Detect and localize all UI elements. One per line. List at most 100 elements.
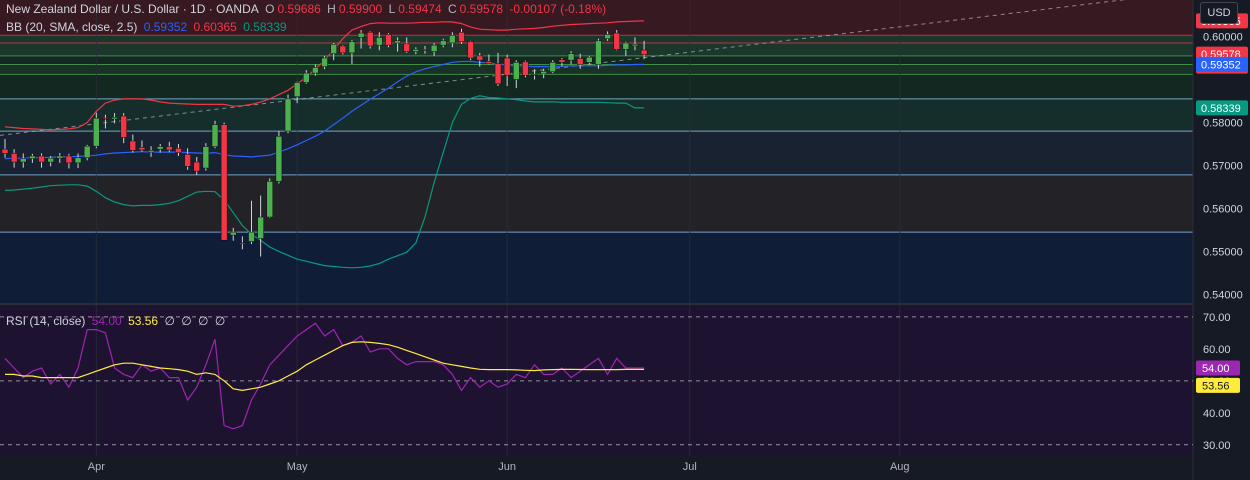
candle-body xyxy=(56,155,64,159)
candle xyxy=(613,30,620,51)
candle-body xyxy=(102,117,109,120)
candle-body xyxy=(74,157,82,164)
candle-body xyxy=(275,135,283,182)
candle xyxy=(266,178,274,218)
candle-body xyxy=(531,74,538,76)
candle-body xyxy=(129,140,137,151)
candle-body xyxy=(439,40,447,46)
candle-body xyxy=(175,148,182,153)
candle xyxy=(385,33,392,48)
candle xyxy=(202,143,210,171)
candle-body xyxy=(403,43,410,52)
candle-body xyxy=(293,82,301,97)
candle-body xyxy=(38,155,45,163)
candle-body xyxy=(595,40,602,65)
candle-body xyxy=(458,31,465,42)
candle-body xyxy=(111,117,118,120)
price-tick-label: 0.56000 xyxy=(1203,203,1243,215)
candle-body xyxy=(613,32,620,50)
rsi-value: 54.00 xyxy=(91,314,122,328)
candle-body xyxy=(202,146,210,169)
x-tick-label: Jun xyxy=(498,461,516,473)
candle-body xyxy=(1,148,9,154)
candle xyxy=(284,94,292,134)
candle xyxy=(275,131,283,184)
close-key: C xyxy=(448,2,457,16)
candle-body xyxy=(476,55,484,61)
candle-body xyxy=(485,61,493,64)
price-zone-7 xyxy=(0,174,1193,233)
x-tick-label: Apr xyxy=(88,461,105,473)
rsi-tick-label: 40.00 xyxy=(1203,408,1231,420)
candle-body xyxy=(430,44,438,52)
rsi-badge-text: 54.00 xyxy=(1202,363,1230,375)
candle-body xyxy=(467,41,474,59)
candle-body xyxy=(357,32,365,38)
candle xyxy=(220,122,228,241)
candle-body xyxy=(266,181,274,218)
rsi-tick-label: 60.00 xyxy=(1203,344,1231,356)
candle-body xyxy=(65,155,73,164)
rsi-empty-1: ∅ xyxy=(164,314,175,328)
currency-button[interactable]: USD xyxy=(1200,2,1238,24)
price-badge-text: 0.58339 xyxy=(1201,103,1241,115)
rsi-tick-label: 30.00 xyxy=(1203,440,1231,452)
candle-body xyxy=(303,72,310,83)
candle-body xyxy=(166,146,173,151)
candle-body xyxy=(211,124,219,147)
x-tick-label: Aug xyxy=(890,461,910,473)
candle-body xyxy=(540,71,547,75)
candle-body xyxy=(120,115,127,138)
rsi-empty-4: ∅ xyxy=(214,314,226,328)
rsi-tick-label: 70.00 xyxy=(1203,312,1231,324)
symbol-title: New Zealand Dollar / U.S. Dollar · 1D · … xyxy=(6,2,259,16)
candle-body xyxy=(385,34,392,46)
candle-body xyxy=(394,40,401,44)
candle-body xyxy=(156,146,164,150)
candle-body xyxy=(503,57,511,76)
candle-body xyxy=(83,145,91,158)
rsi-legend[interactable]: RSI (14, close) 54.00 53.56 ∅ ∅ ∅ ∅ xyxy=(6,314,228,328)
bb-lower-value: 0.58339 xyxy=(243,20,287,34)
price-zone-4 xyxy=(0,74,1193,99)
candle-body xyxy=(248,231,255,242)
rsi-empty-2: ∅ xyxy=(181,314,192,328)
price-tick-label: 0.58000 xyxy=(1203,117,1243,129)
open-key: O xyxy=(265,2,275,16)
candle-body xyxy=(257,216,264,239)
candle-body xyxy=(93,117,100,147)
candle-body xyxy=(339,45,347,54)
high-value: 0.59900 xyxy=(338,2,383,16)
chart-canvas[interactable]: Apr May Jun Jul Aug 0.60000 0.58000 0.57000 0.56… xyxy=(0,0,1250,480)
candle-body xyxy=(312,67,319,74)
candle-body xyxy=(147,150,155,153)
candle-body xyxy=(604,34,611,39)
candle xyxy=(93,112,100,149)
candle-body xyxy=(330,44,337,54)
candle-body xyxy=(631,44,639,47)
price-tick-label: 0.55000 xyxy=(1203,246,1243,258)
candle-body xyxy=(376,37,383,46)
bb-upper-value: 0.60365 xyxy=(193,20,237,34)
candle-body xyxy=(29,155,36,159)
candle-body xyxy=(640,49,648,55)
candle xyxy=(366,31,374,49)
candle-body xyxy=(138,147,146,151)
symbol-legend: New Zealand Dollar / U.S. Dollar · 1D · … xyxy=(6,2,609,16)
candle-body xyxy=(567,53,575,61)
candle-body xyxy=(576,58,584,65)
bb-legend[interactable]: BB (20, SMA, close, 2.5) 0.59352 0.60365… xyxy=(6,20,290,34)
candle-body xyxy=(513,62,520,80)
candle-body xyxy=(184,154,191,167)
price-badge-text: 0.59352 xyxy=(1201,59,1241,71)
candle-body xyxy=(10,153,18,163)
candle xyxy=(522,60,529,78)
candle-body xyxy=(193,161,200,172)
candle xyxy=(467,40,474,61)
bb-label: BB (20, SMA, close, 2.5) xyxy=(6,20,138,34)
candle-body xyxy=(284,98,292,132)
bb-basis-value: 0.59352 xyxy=(143,20,188,34)
low-key: L xyxy=(388,2,396,16)
price-tick-label: 0.60000 xyxy=(1203,32,1243,44)
candle-body xyxy=(586,56,593,63)
